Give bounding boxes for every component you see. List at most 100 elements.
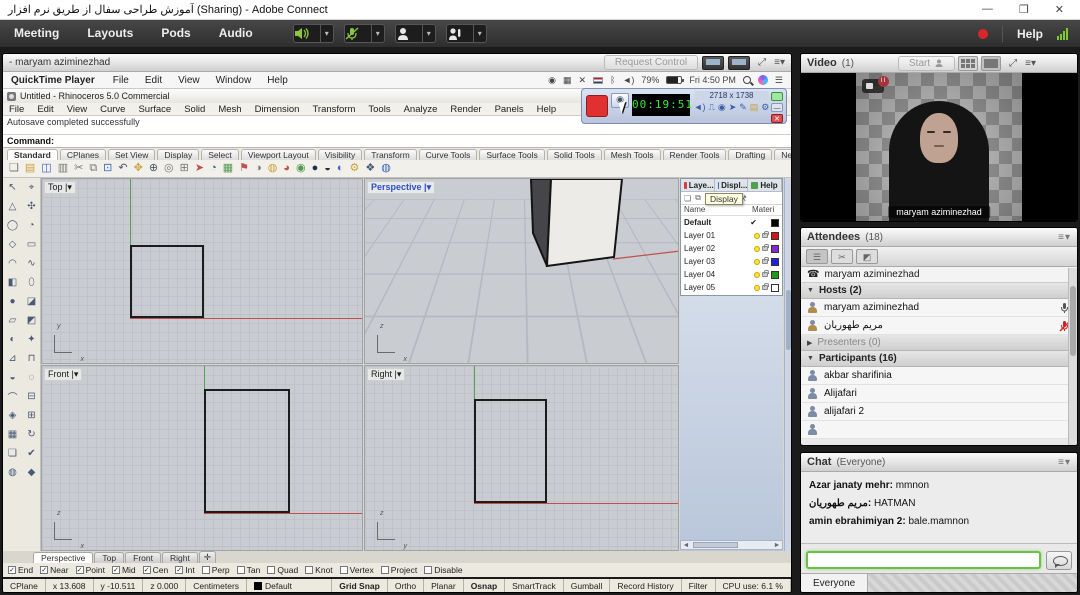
filmstrip-view-button[interactable] [981,56,1001,71]
vptab-right[interactable]: Right [162,552,198,563]
open-file-icon[interactable]: ▤ [25,163,35,174]
recorder-webcam-icon[interactable]: ◉ [718,102,726,113]
pan-icon[interactable]: ✥ [134,163,143,174]
layer-visible-icon[interactable] [754,259,760,265]
rhino-menu-surface[interactable]: Surface [138,104,171,115]
square-curve[interactable] [130,245,204,318]
tab-mesh-tools[interactable]: Mesh Tools [604,149,661,160]
participants-group-header[interactable]: ▼ Participants (16) [801,351,1077,367]
viewport-front-label[interactable]: Front |▾ [44,368,82,381]
help-menu[interactable]: Help [1017,27,1043,41]
zoom-icon[interactable]: ◎ [164,163,174,174]
layer-row-01[interactable]: Layer 01 [681,229,782,242]
layer-color-swatch[interactable] [771,258,779,266]
rhino-menu-mesh[interactable]: Mesh [218,104,241,115]
attendee-view-icon[interactable]: ☰ [806,249,828,264]
polyline-tool-icon[interactable]: △ [3,197,22,216]
mac-app-menu[interactable]: QuickTime Player [3,75,105,86]
collapse-icon[interactable]: ▼ [807,355,814,362]
recorder-minimize-icon[interactable]: — [771,103,783,112]
chat-message-list[interactable]: Azar janaty mehr: mmnon مريم طهوريان: HA… [801,472,1077,544]
webcam-status-icon[interactable]: II [862,79,884,93]
rectangle-curve[interactable] [474,399,547,503]
circle-tool-icon[interactable]: ◯ [3,216,22,235]
attendee-row-participant-1[interactable]: akbar sharifinia [801,367,1077,385]
record-snapshot-button[interactable]: ◉ [611,93,629,108]
presenters-group-header[interactable]: ▶ Presenters (0) [801,335,1077,351]
viewport-grid-icon[interactable]: ▦ [223,163,233,174]
share-view-monitor2-icon[interactable] [728,56,750,70]
attendee-row-host-2[interactable]: مريم طهوريان [801,317,1077,335]
chamfer-tool-icon[interactable]: ⊓ [22,349,41,368]
loft-tool-icon[interactable]: ◩ [22,311,41,330]
scale-tool-icon[interactable]: ◈ [3,406,22,425]
expand-icon[interactable]: ▶ [807,339,812,347]
tab-solid-tools[interactable]: Solid Tools [547,149,602,160]
panel-horizontal-scrollbar[interactable]: ◄ ► [680,540,783,550]
mac-volume-icon[interactable]: ◄) [622,75,634,85]
raise-hand-button[interactable]: ▾ [446,24,487,43]
scrollbar-thumb[interactable] [786,290,791,350]
tab-select[interactable]: Select [201,149,239,160]
rectangle-curve[interactable] [204,389,290,513]
curve-tool-icon[interactable]: ∿ [22,254,41,273]
layer-visible-icon[interactable] [754,246,760,252]
mac-display-icon[interactable]: ▦ [563,75,572,86]
rhino-menu-view[interactable]: View [67,104,87,115]
render-preview-icon[interactable]: ◉ [296,163,306,174]
viewport-top[interactable]: Top |▾ yx [41,178,363,364]
vptab-top[interactable]: Top [94,552,124,563]
mac-menu-window[interactable]: Window [208,75,260,86]
grid-view-button[interactable] [958,56,978,71]
layer-lock-icon[interactable] [762,259,768,264]
select-tool-icon[interactable]: ↖ [3,178,22,197]
raise-hand-caret-icon[interactable]: ▾ [473,25,486,42]
tab-help[interactable]: Help [748,179,782,191]
ghosted-view-icon[interactable]: ◒ [324,163,331,174]
zoom-window-icon[interactable]: ⊞ [180,163,189,174]
scrollbar-thumb[interactable] [693,542,738,548]
video-fullscreen-icon[interactable]: ⤢ [1009,58,1017,69]
status-planar[interactable]: Planar [424,579,464,592]
recorder-cursor-icon[interactable]: ➤ [729,102,737,113]
rhino-menu-edit[interactable]: Edit [37,104,53,115]
viewport-perspective-label[interactable]: Perspective |▾ [367,181,435,194]
osnap-project[interactable]: Project [381,565,417,575]
viewport-right-label[interactable]: Right |▾ [367,368,405,381]
arc-tool-icon[interactable]: ◔ [22,216,41,235]
mac-status-icon[interactable]: ◉ [548,75,556,86]
fillet-tool-icon[interactable]: ⊿ [3,349,22,368]
tab-display[interactable]: Display [157,149,199,160]
undo-icon[interactable]: ↶ [118,163,127,174]
rotate-tool-icon[interactable]: ↻ [22,425,41,444]
microphone-caret-icon[interactable]: ▾ [371,25,384,42]
cylinder-tool-icon[interactable]: ⬯ [22,273,41,292]
plane-tool-icon[interactable]: ▱ [3,311,22,330]
tab-render-tools[interactable]: Render Tools [663,149,727,160]
rhino-menu-file[interactable]: File [9,104,24,115]
mac-spotlight-icon[interactable] [743,76,751,84]
save-icon[interactable]: ◫ [41,163,51,174]
layer-row-default[interactable]: Default ✔ [681,216,782,229]
properties-icon[interactable]: ❖ [365,163,375,174]
menu-meeting[interactable]: Meeting [0,20,73,47]
breakout-view-icon[interactable]: ✂ [831,249,853,264]
tab-standard[interactable]: Standard [7,149,58,160]
close-icon[interactable]: ✕ [1055,3,1064,16]
copy-layer-icon[interactable]: ⧉ [695,193,701,203]
attendee-row-participant-3[interactable]: alijafari 2 [801,403,1077,421]
control-points-tool-icon[interactable]: ✣ [22,197,41,216]
layer-color-swatch[interactable] [771,232,779,240]
layer-lock-icon[interactable] [762,233,768,238]
share-pod-menu-icon[interactable]: ≡▾ [774,57,785,68]
points-tool-icon[interactable]: ⌖ [22,178,41,197]
material-tool-icon[interactable]: ◍ [3,463,22,482]
mac-input-language-icon[interactable] [593,77,603,84]
group-tool-icon[interactable]: ❏ [3,444,22,463]
status-osnap[interactable]: Osnap [464,579,505,592]
mirror-tool-icon[interactable]: ⊞ [22,406,41,425]
tab-visibility[interactable]: Visibility [318,149,363,160]
record-stop-button[interactable] [586,95,608,117]
layer-lock-icon[interactable] [762,285,768,290]
mac-cut-icon[interactable]: ✕ [579,75,587,86]
